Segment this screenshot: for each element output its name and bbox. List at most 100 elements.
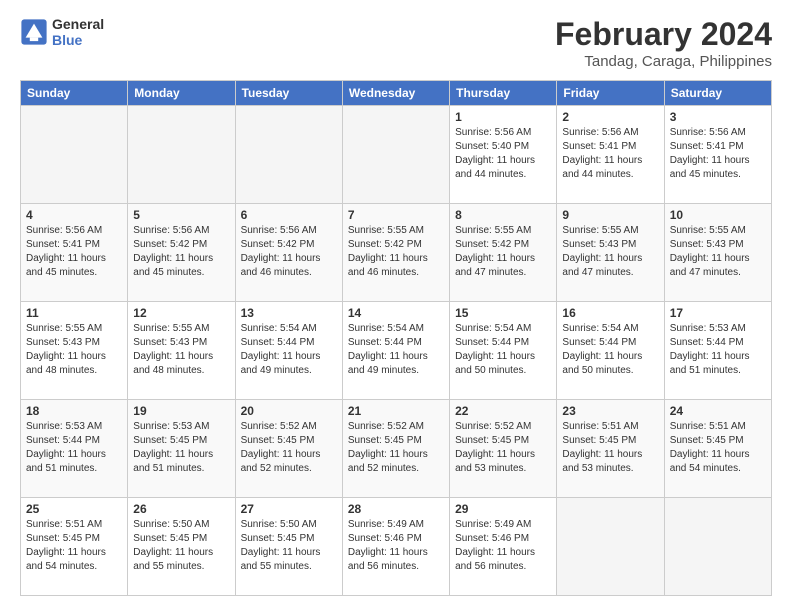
- header: General Blue February 2024 Tandag, Carag…: [20, 16, 772, 70]
- day-number: 5: [133, 208, 229, 222]
- calendar-cell: 6 Sunrise: 5:56 AM Sunset: 5:42 PM Daylig…: [235, 204, 342, 302]
- calendar-cell: 12Sunrise: 5:55 AM Sunset: 5:43 PM Dayli…: [128, 302, 235, 400]
- day-info: Sunrise: 5:55 AM Sunset: 5:42 PM Dayligh…: [348, 224, 444, 280]
- day-number: 2: [562, 110, 658, 124]
- week-row-3: 11 Sunrise: 5:55 AM Sunset: 5:43 PM Dayli…: [21, 302, 772, 400]
- day-info: Sunrise: 5:55 AM Sunset: 5:43 PM Dayligh…: [670, 224, 766, 280]
- week-row-2: 4 Sunrise: 5:56 AM Sunset: 5:41 PM Daylig…: [21, 204, 772, 302]
- day-info: Sunrise: 5:53 AM Sunset: 5:44 PM Dayligh…: [670, 322, 766, 378]
- day-number: 19: [133, 404, 229, 418]
- day-info: Sunrise: 5:53 AM Sunset: 5:44 PM Dayligh…: [26, 420, 122, 476]
- weekday-header-sunday: Sunday: [21, 81, 128, 106]
- calendar-cell: 22Sunrise: 5:52 AM Sunset: 5:45 PM Dayli…: [450, 400, 557, 498]
- calendar-cell: 5 Sunrise: 5:56 AM Sunset: 5:42 PM Daylig…: [128, 204, 235, 302]
- calendar-cell: [235, 106, 342, 204]
- day-number: 7: [348, 208, 444, 222]
- day-number: 8: [455, 208, 551, 222]
- calendar-cell: 19Sunrise: 5:53 AM Sunset: 5:45 PM Dayli…: [128, 400, 235, 498]
- calendar-cell: 18 Sunrise: 5:53 AM Sunset: 5:44 PM Dayli…: [21, 400, 128, 498]
- day-info: Sunrise: 5:55 AM Sunset: 5:42 PM Dayligh…: [455, 224, 551, 280]
- calendar-cell: 26 Sunrise: 5:50 AM Sunset: 5:45 PM Dayli…: [128, 498, 235, 596]
- day-number: 23: [562, 404, 658, 418]
- day-info: Sunrise: 5:56 AM Sunset: 5:41 PM Dayligh…: [670, 126, 766, 182]
- day-info: Sunrise: 5:54 AM Sunset: 5:44 PM Dayligh…: [562, 322, 658, 378]
- day-info: Sunrise: 5:56 AM Sunset: 5:42 PM Dayligh…: [133, 224, 229, 280]
- day-number: 20: [241, 404, 337, 418]
- calendar-cell: 2Sunrise: 5:56 AM Sunset: 5:41 PM Daylig…: [557, 106, 664, 204]
- location: Tandag, Caraga, Philippines: [555, 53, 772, 70]
- week-row-4: 18 Sunrise: 5:53 AM Sunset: 5:44 PM Dayli…: [21, 400, 772, 498]
- day-info: Sunrise: 5:50 AM Sunset: 5:45 PM Dayligh…: [133, 518, 229, 574]
- day-number: 16: [562, 306, 658, 320]
- day-info: Sunrise: 5:52 AM Sunset: 5:45 PM Dayligh…: [348, 420, 444, 476]
- day-info: Sunrise: 5:55 AM Sunset: 5:43 PM Dayligh…: [26, 322, 122, 378]
- day-number: 12: [133, 306, 229, 320]
- day-info: Sunrise: 5:56 AM Sunset: 5:41 PM Dayligh…: [26, 224, 122, 280]
- day-number: 4: [26, 208, 122, 222]
- calendar-cell: 16 Sunrise: 5:54 AM Sunset: 5:44 PM Dayli…: [557, 302, 664, 400]
- weekday-header-wednesday: Wednesday: [342, 81, 449, 106]
- calendar-cell: 13Sunrise: 5:54 AM Sunset: 5:44 PM Dayli…: [235, 302, 342, 400]
- day-info: Sunrise: 5:51 AM Sunset: 5:45 PM Dayligh…: [562, 420, 658, 476]
- day-info: Sunrise: 5:55 AM Sunset: 5:43 PM Dayligh…: [562, 224, 658, 280]
- day-info: Sunrise: 5:51 AM Sunset: 5:45 PM Dayligh…: [26, 518, 122, 574]
- day-number: 29: [455, 502, 551, 516]
- logo-icon: [20, 18, 48, 46]
- calendar-cell: 24Sunrise: 5:51 AM Sunset: 5:45 PM Dayli…: [664, 400, 771, 498]
- calendar-cell: [557, 498, 664, 596]
- day-number: 3: [670, 110, 766, 124]
- page: General Blue February 2024 Tandag, Carag…: [0, 0, 792, 612]
- calendar-cell: 25 Sunrise: 5:51 AM Sunset: 5:45 PM Dayli…: [21, 498, 128, 596]
- day-number: 18: [26, 404, 122, 418]
- day-info: Sunrise: 5:52 AM Sunset: 5:45 PM Dayligh…: [455, 420, 551, 476]
- weekday-header-tuesday: Tuesday: [235, 81, 342, 106]
- day-number: 28: [348, 502, 444, 516]
- day-info: Sunrise: 5:54 AM Sunset: 5:44 PM Dayligh…: [455, 322, 551, 378]
- weekday-header-row: SundayMondayTuesdayWednesdayThursdayFrid…: [21, 81, 772, 106]
- calendar-cell: 4 Sunrise: 5:56 AM Sunset: 5:41 PM Daylig…: [21, 204, 128, 302]
- calendar-cell: 17 Sunrise: 5:53 AM Sunset: 5:44 PM Dayli…: [664, 302, 771, 400]
- day-number: 6: [241, 208, 337, 222]
- day-info: Sunrise: 5:56 AM Sunset: 5:42 PM Dayligh…: [241, 224, 337, 280]
- calendar-cell: 1 Sunrise: 5:56 AM Sunset: 5:40 PM Daylig…: [450, 106, 557, 204]
- calendar-cell: 29 Sunrise: 5:49 AM Sunset: 5:46 PM Dayli…: [450, 498, 557, 596]
- calendar-cell: [664, 498, 771, 596]
- day-info: Sunrise: 5:50 AM Sunset: 5:45 PM Dayligh…: [241, 518, 337, 574]
- day-info: Sunrise: 5:49 AM Sunset: 5:46 PM Dayligh…: [455, 518, 551, 574]
- calendar-cell: 23 Sunrise: 5:51 AM Sunset: 5:45 PM Dayli…: [557, 400, 664, 498]
- day-number: 11: [26, 306, 122, 320]
- day-number: 10: [670, 208, 766, 222]
- week-row-5: 25 Sunrise: 5:51 AM Sunset: 5:45 PM Dayli…: [21, 498, 772, 596]
- calendar-cell: 11 Sunrise: 5:55 AM Sunset: 5:43 PM Dayli…: [21, 302, 128, 400]
- day-info: Sunrise: 5:51 AM Sunset: 5:45 PM Dayligh…: [670, 420, 766, 476]
- calendar-cell: 3 Sunrise: 5:56 AM Sunset: 5:41 PM Daylig…: [664, 106, 771, 204]
- title-area: February 2024 Tandag, Caraga, Philippine…: [555, 16, 772, 70]
- calendar-cell: [21, 106, 128, 204]
- day-number: 9: [562, 208, 658, 222]
- logo: General Blue: [20, 16, 104, 48]
- day-number: 26: [133, 502, 229, 516]
- day-number: 17: [670, 306, 766, 320]
- calendar-cell: 7 Sunrise: 5:55 AM Sunset: 5:42 PM Daylig…: [342, 204, 449, 302]
- weekday-header-thursday: Thursday: [450, 81, 557, 106]
- day-info: Sunrise: 5:49 AM Sunset: 5:46 PM Dayligh…: [348, 518, 444, 574]
- calendar-cell: 21Sunrise: 5:52 AM Sunset: 5:45 PM Dayli…: [342, 400, 449, 498]
- weekday-header-friday: Friday: [557, 81, 664, 106]
- day-info: Sunrise: 5:54 AM Sunset: 5:44 PM Dayligh…: [241, 322, 337, 378]
- day-number: 1: [455, 110, 551, 124]
- calendar-cell: [342, 106, 449, 204]
- calendar-cell: 14 Sunrise: 5:54 AM Sunset: 5:44 PM Dayli…: [342, 302, 449, 400]
- calendar-cell: 10 Sunrise: 5:55 AM Sunset: 5:43 PM Dayli…: [664, 204, 771, 302]
- day-number: 27: [241, 502, 337, 516]
- calendar-cell: 9 Sunrise: 5:55 AM Sunset: 5:43 PM Daylig…: [557, 204, 664, 302]
- day-number: 15: [455, 306, 551, 320]
- day-info: Sunrise: 5:54 AM Sunset: 5:44 PM Dayligh…: [348, 322, 444, 378]
- week-row-1: 1 Sunrise: 5:56 AM Sunset: 5:40 PM Daylig…: [21, 106, 772, 204]
- calendar-table: SundayMondayTuesdayWednesdayThursdayFrid…: [20, 80, 772, 596]
- logo-text: General Blue: [52, 16, 104, 48]
- day-info: Sunrise: 5:56 AM Sunset: 5:40 PM Dayligh…: [455, 126, 551, 182]
- calendar-cell: 27 Sunrise: 5:50 AM Sunset: 5:45 PM Dayli…: [235, 498, 342, 596]
- weekday-header-saturday: Saturday: [664, 81, 771, 106]
- day-number: 25: [26, 502, 122, 516]
- day-number: 14: [348, 306, 444, 320]
